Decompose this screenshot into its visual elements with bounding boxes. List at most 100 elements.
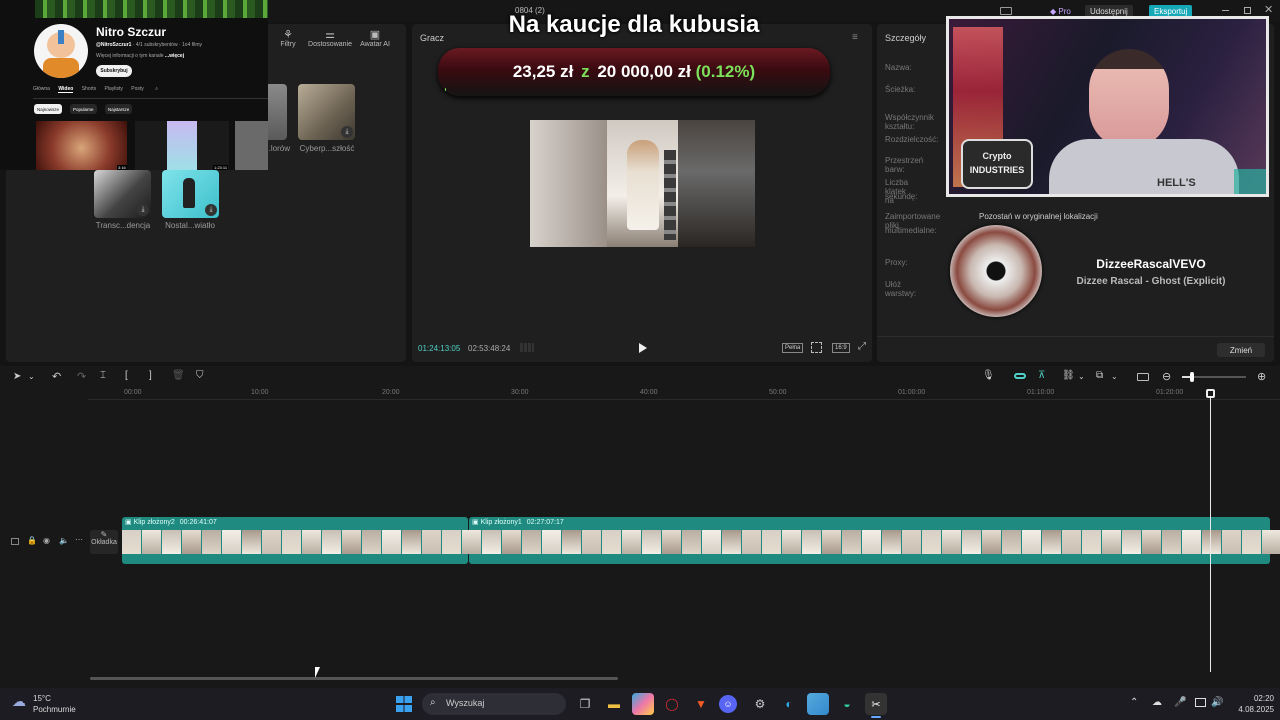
filter-oldest[interactable]: Najstarsze <box>105 104 133 114</box>
eye-icon[interactable]: ◉ <box>43 536 50 545</box>
redo-icon[interactable]: ↷ <box>77 370 86 383</box>
channel-video-2[interactable] <box>135 121 229 170</box>
aspect-ratio-button[interactable]: 16:9 <box>832 343 850 353</box>
chevron-down-icon[interactable]: ⌄ <box>1078 372 1085 381</box>
channel-video-1[interactable] <box>36 121 127 170</box>
filmstrip-frame <box>1042 530 1061 554</box>
adjust-tool[interactable]: ⚌ Dostosowanie <box>306 28 354 48</box>
search-box[interactable] <box>422 693 566 715</box>
avatar-ai-tool[interactable]: ▣ Awatar AI <box>357 28 393 48</box>
download-icon[interactable]: ⤓ <box>137 204 149 216</box>
tray-volume-icon[interactable]: 🔊 <box>1211 697 1223 708</box>
zoom-out-icon[interactable]: ⊖ <box>1162 370 1171 383</box>
filter-popular[interactable]: Popularne <box>70 104 97 114</box>
layout-icon[interactable] <box>1000 7 1012 15</box>
playhead-line[interactable] <box>1210 396 1211 672</box>
cover-button[interactable]: ✎ Okładka <box>90 530 118 554</box>
link-main-icon[interactable] <box>1014 373 1026 379</box>
chain-link-icon[interactable]: ⛓ <box>1062 370 1075 381</box>
import-location-value[interactable]: Pozostań w oryginalnej lokalizacji <box>979 212 1098 221</box>
magnet-icon[interactable]: ⊼ <box>1038 370 1045 381</box>
trim-right-icon[interactable]: ] <box>149 370 152 381</box>
tab-home[interactable]: Główna <box>33 86 50 92</box>
search-icon[interactable]: ⌕ <box>155 86 158 92</box>
zoom-in-icon[interactable]: ⊕ <box>1257 370 1266 383</box>
overlay-title: Na kaucje dla kubusia <box>508 11 760 38</box>
filter-newest[interactable]: Najnowsze <box>34 104 63 114</box>
track-preview-icon[interactable] <box>11 538 19 545</box>
close-icon[interactable]: ✕ <box>1264 3 1273 16</box>
crypto-sign: Crypto INDUSTRIES <box>961 139 1033 189</box>
filters-tool[interactable]: ⚘ Filtry <box>276 28 300 48</box>
download-icon[interactable]: ⤓ <box>205 204 217 216</box>
play-icon[interactable] <box>639 343 647 353</box>
tab-shorts[interactable]: Shorts <box>82 86 96 92</box>
diamond-icon: ◆ <box>1050 6 1057 16</box>
chevron-down-icon[interactable]: ⌄ <box>28 372 35 381</box>
subscribe-button[interactable]: Subskrybuj <box>96 65 132 77</box>
download-icon[interactable]: ⤓ <box>341 126 353 138</box>
weather-icon[interactable]: ☁ <box>12 693 26 710</box>
zoom-slider-handle[interactable] <box>1190 372 1194 382</box>
filmstrip-frame <box>482 530 501 554</box>
webcam-overlay: Crypto INDUSTRIES HELL'S <box>946 16 1269 197</box>
tray-chevron-icon[interactable]: ⌃ <box>1130 697 1138 708</box>
delete-icon[interactable]: 🗑 <box>172 370 185 381</box>
photos-icon[interactable] <box>807 693 829 715</box>
filters-icon: ⚘ <box>283 29 293 41</box>
fullscreen-icon[interactable]: ⤢ <box>858 341 866 352</box>
filmstrip-frame <box>402 530 421 554</box>
channel-desc-row[interactable]: Więcej informacji o tym kanale ...więcej <box>96 53 184 59</box>
minimize-icon[interactable] <box>1222 10 1229 11</box>
preview-axis-icon[interactable]: ⧉ <box>1096 370 1103 381</box>
speaker-icon[interactable]: 🔈 <box>59 536 69 545</box>
full-quality-button[interactable]: Pełna <box>782 343 804 353</box>
timeline-scrollbar[interactable] <box>90 677 618 680</box>
filmstrip-frame <box>142 530 161 554</box>
channel-divider <box>33 98 268 99</box>
mic-icon[interactable]: 🎙 <box>982 370 995 381</box>
maximize-icon[interactable] <box>1244 7 1251 14</box>
copilot-icon[interactable] <box>632 693 654 715</box>
task-view-icon[interactable]: ❐ <box>574 693 596 715</box>
clock-date[interactable]: 4.08.2025 <box>1232 705 1274 714</box>
browser-icon[interactable]: ◒ <box>836 693 858 715</box>
filmstrip-frame <box>1022 530 1041 554</box>
player-menu-icon[interactable]: ≡ <box>852 32 858 43</box>
filmstrip-frame <box>662 530 681 554</box>
detail-proxy: Proxy: <box>885 258 908 267</box>
caption-icon[interactable] <box>1137 373 1149 381</box>
select-tool-icon[interactable]: ➤ <box>13 371 21 382</box>
discord-icon[interactable]: ☺ <box>719 695 737 713</box>
change-button[interactable]: Zmień <box>1217 343 1265 357</box>
brave-icon[interactable]: ▼ <box>690 693 712 715</box>
playhead-handle[interactable] <box>1206 389 1215 398</box>
tab-playlists[interactable]: Playlisty <box>105 86 123 92</box>
trim-left-icon[interactable]: [ <box>125 370 128 381</box>
timecode-grid-icon[interactable] <box>520 343 534 352</box>
channel-tabs: Główna Wideo Shorts Playlisty Posty ⌕ <box>33 86 158 98</box>
tab-posts[interactable]: Posty <box>131 86 144 92</box>
clock-time[interactable]: 02:20 <box>1232 694 1274 703</box>
media-thumb-1[interactable] <box>265 84 287 140</box>
lock-icon[interactable]: 🔒 <box>27 536 37 545</box>
split-icon[interactable]: ⌶ <box>100 370 106 381</box>
tab-videos[interactable]: Wideo <box>58 86 74 93</box>
screenshot-icon[interactable] <box>811 342 822 353</box>
edge-icon[interactable]: ◐ <box>778 693 800 715</box>
undo-icon[interactable]: ↶ <box>52 370 61 383</box>
channel-video-3[interactable] <box>235 121 268 170</box>
tray-cloud-icon[interactable]: ☁ <box>1152 697 1162 708</box>
tray-mic-icon[interactable]: 🎤 <box>1174 697 1186 708</box>
file-explorer-icon[interactable]: ▬ <box>603 693 625 715</box>
filmstrip-frame <box>382 530 401 554</box>
tray-display-icon[interactable] <box>1195 698 1206 707</box>
shield-icon[interactable]: ⛉ <box>196 370 204 381</box>
chevron-down-icon[interactable]: ⌄ <box>1111 372 1118 381</box>
capcut-icon[interactable]: ✂ <box>865 693 887 715</box>
filmstrip-frame <box>842 530 861 554</box>
more-icon[interactable]: ⋯ <box>75 535 83 544</box>
steam-icon[interactable]: ⚙ <box>749 693 771 715</box>
opera-icon[interactable]: ◯ <box>661 693 683 715</box>
channel-avatar[interactable] <box>34 24 88 78</box>
